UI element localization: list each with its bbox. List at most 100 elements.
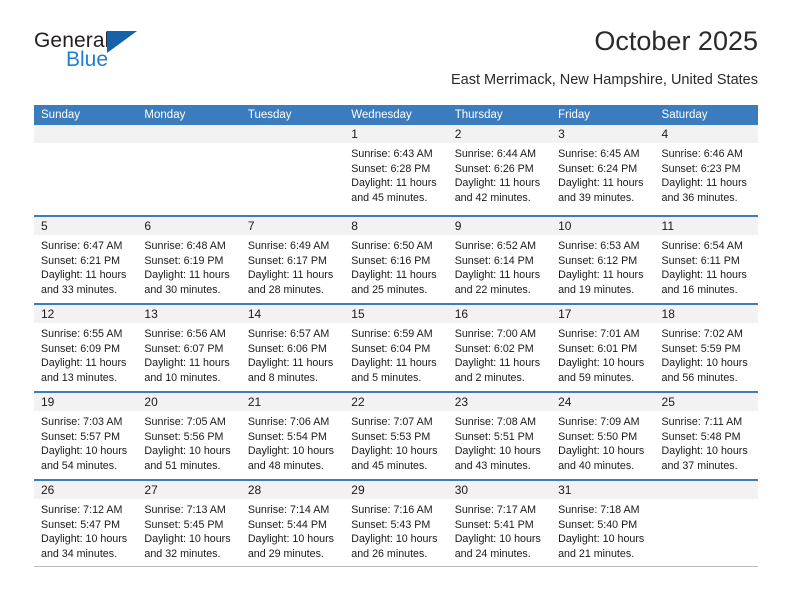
sunrise-text: Sunrise: 7:08 AM [454, 416, 537, 428]
sunset-text: Sunset: 6:19 PM [144, 254, 224, 267]
page-header: General Blue October 2025 East Merrimack… [34, 0, 758, 88]
day-details: Sunrise: 7:06 AM Sunset: 5:54 PM Daylight:… [241, 411, 344, 473]
sunrise-text: Sunrise: 6:54 AM [661, 240, 743, 252]
day-details: Sunrise: 6:52 AM Sunset: 6:14 PM Daylight:… [448, 235, 551, 297]
calendar-week-row: 5 Sunrise: 6:47 AM Sunset: 6:21 PM Daylight… [34, 215, 758, 303]
calendar-day-cell[interactable]: 21 Sunrise: 7:06 AM Sunset: 5:54 PM Dayligh… [240, 393, 345, 479]
day-details: Sunrise: 7:07 AM Sunset: 5:53 PM Daylight:… [344, 411, 447, 473]
calendar-day-cell[interactable]: 12 Sunrise: 6:55 AM Sunset: 6:09 PM Dayligh… [34, 305, 138, 391]
calendar-day-cell[interactable]: 8 Sunrise: 6:50 AM Sunset: 6:16 PM Daylight… [344, 217, 448, 303]
sunset-text: Sunset: 6:11 PM [661, 254, 740, 267]
calendar-day-cell[interactable]: 13 Sunrise: 6:56 AM Sunset: 6:07 PM Dayligh… [137, 305, 241, 391]
day-number: 23 [447, 393, 552, 411]
daylight-text: Daylight: 11 hours and 13 minutes. [41, 357, 127, 384]
sunset-text: Sunset: 6:28 PM [351, 162, 431, 175]
sunset-text: Sunset: 6:04 PM [351, 342, 431, 355]
calendar-day-cell[interactable]: 6 Sunrise: 6:48 AM Sunset: 6:19 PM Daylight… [137, 217, 241, 303]
calendar-day-cell[interactable]: 24 Sunrise: 7:09 AM Sunset: 5:50 PM Dayligh… [551, 393, 655, 479]
calendar-day-cell[interactable]: 11 Sunrise: 6:54 AM Sunset: 6:11 PM Dayligh… [654, 217, 758, 303]
sunset-text: Sunset: 5:47 PM [41, 518, 121, 531]
sunset-text: Sunset: 5:44 PM [247, 518, 327, 531]
day-details: Sunrise: 6:50 AM Sunset: 6:16 PM Daylight:… [344, 235, 447, 297]
calendar-day-cell[interactable]: 20 Sunrise: 7:05 AM Sunset: 5:56 PM Dayligh… [137, 393, 241, 479]
sunrise-text: Sunrise: 6:50 AM [351, 240, 433, 252]
daylight-text: Daylight: 11 hours and 25 minutes. [351, 269, 437, 296]
sunset-text: Sunset: 6:21 PM [41, 254, 121, 267]
day-number: 4 [654, 125, 758, 143]
calendar-day-cell[interactable]: 31 Sunrise: 7:18 AM Sunset: 5:40 PM Dayligh… [551, 481, 655, 566]
sunset-text: Sunset: 5:54 PM [247, 430, 327, 443]
sunset-text: Sunset: 6:26 PM [454, 162, 534, 175]
calendar-day-cell[interactable]: 22 Sunrise: 7:07 AM Sunset: 5:53 PM Dayligh… [344, 393, 448, 479]
sunrise-text: Sunrise: 7:00 AM [454, 328, 537, 340]
daylight-text: Daylight: 11 hours and 28 minutes. [247, 269, 334, 296]
calendar-day-cell[interactable]: 29 Sunrise: 7:16 AM Sunset: 5:43 PM Dayligh… [344, 481, 448, 566]
day-number [654, 481, 758, 499]
day-number: 14 [240, 305, 345, 323]
sunrise-text: Sunrise: 6:56 AM [144, 328, 226, 340]
day-details: Sunrise: 6:43 AM Sunset: 6:28 PM Daylight:… [344, 143, 447, 205]
day-number [137, 125, 241, 143]
calendar-grid: Sunday Monday Tuesday Wednesday Thursday Frid… [34, 105, 758, 567]
calendar-day-cell[interactable]: 1 Sunrise: 6:43 AM Sunset: 6:28 PM Daylight… [344, 125, 448, 215]
daylight-text: Daylight: 11 hours and 2 minutes. [454, 357, 541, 384]
day-details: Sunrise: 6:44 AM Sunset: 6:26 PM Daylight:… [448, 143, 551, 205]
sunrise-text: Sunrise: 6:55 AM [41, 328, 123, 340]
day-number: 8 [344, 217, 448, 235]
day-details: Sunrise: 7:18 AM Sunset: 5:40 PM Daylight:… [551, 499, 654, 561]
daylight-text: Daylight: 11 hours and 36 minutes. [661, 177, 747, 204]
daylight-text: Daylight: 11 hours and 33 minutes. [41, 269, 127, 296]
calendar-day-cell[interactable]: 5 Sunrise: 6:47 AM Sunset: 6:21 PM Daylight… [34, 217, 138, 303]
calendar-day-cell[interactable]: 25 Sunrise: 7:11 AM Sunset: 5:48 PM Dayligh… [654, 393, 758, 479]
sunset-text: Sunset: 5:45 PM [144, 518, 224, 531]
sunrise-text: Sunrise: 7:16 AM [351, 504, 433, 516]
weekday-header-sunday: Sunday [41, 109, 81, 121]
calendar-day-cell[interactable]: 27 Sunrise: 7:13 AM Sunset: 5:45 PM Dayligh… [137, 481, 241, 566]
calendar-day-cell[interactable]: 18 Sunrise: 7:02 AM Sunset: 5:59 PM Dayligh… [654, 305, 758, 391]
day-number: 11 [654, 217, 758, 235]
calendar-day-cell[interactable]: 28 Sunrise: 7:14 AM Sunset: 5:44 PM Dayligh… [240, 481, 345, 566]
sunset-text: Sunset: 6:07 PM [144, 342, 224, 355]
daylight-text: Daylight: 10 hours and 34 minutes. [41, 533, 128, 560]
day-number: 10 [551, 217, 655, 235]
day-number: 16 [447, 305, 552, 323]
calendar-day-cell[interactable]: 10 Sunrise: 6:53 AM Sunset: 6:12 PM Dayligh… [551, 217, 655, 303]
calendar-day-cell[interactable]: 17 Sunrise: 7:01 AM Sunset: 6:01 PM Dayligh… [551, 305, 655, 391]
calendar-day-cell[interactable]: 4 Sunrise: 6:46 AM Sunset: 6:23 PM Daylight… [654, 125, 758, 215]
sunset-text: Sunset: 6:16 PM [351, 254, 431, 267]
calendar-day-cell[interactable]: 14 Sunrise: 6:57 AM Sunset: 6:06 PM Dayligh… [240, 305, 345, 391]
calendar-day-cell[interactable]: 19 Sunrise: 7:03 AM Sunset: 5:57 PM Dayligh… [34, 393, 138, 479]
sunrise-text: Sunrise: 7:01 AM [558, 328, 640, 340]
calendar-week-row: 19 Sunrise: 7:03 AM Sunset: 5:57 PM Dayligh… [34, 391, 758, 479]
daylight-text: Daylight: 10 hours and 59 minutes. [558, 357, 645, 384]
daylight-text: Daylight: 10 hours and 37 minutes. [661, 445, 748, 472]
weekday-header-monday: Monday [144, 109, 186, 121]
calendar-day-cell[interactable]: 3 Sunrise: 6:45 AM Sunset: 6:24 PM Daylight… [551, 125, 655, 215]
calendar-page: General Blue October 2025 East Merrimack… [0, 0, 792, 612]
day-number: 9 [447, 217, 552, 235]
calendar-day-cell[interactable]: 7 Sunrise: 6:49 AM Sunset: 6:17 PM Daylight… [240, 217, 345, 303]
calendar-day-cell[interactable]: 15 Sunrise: 6:59 AM Sunset: 6:04 PM Dayligh… [344, 305, 448, 391]
calendar-day-cell[interactable]: 23 Sunrise: 7:08 AM Sunset: 5:51 PM Dayligh… [447, 393, 552, 479]
general-blue-logo[interactable]: General Blue [34, 30, 138, 71]
day-number: 6 [137, 217, 241, 235]
calendar-weeks: 1 Sunrise: 6:43 AM Sunset: 6:28 PM Daylight… [34, 125, 758, 567]
sunrise-text: Sunrise: 7:12 AM [41, 504, 123, 516]
sunset-text: Sunset: 6:14 PM [454, 254, 534, 267]
day-number: 19 [34, 393, 138, 411]
calendar-day-cell[interactable]: 2 Sunrise: 6:44 AM Sunset: 6:26 PM Daylight… [447, 125, 552, 215]
sunset-text: Sunset: 6:17 PM [247, 254, 327, 267]
day-details: Sunrise: 6:45 AM Sunset: 6:24 PM Daylight:… [551, 143, 654, 205]
sunset-text: Sunset: 6:02 PM [454, 342, 534, 355]
calendar-day-cell[interactable]: 9 Sunrise: 6:52 AM Sunset: 6:14 PM Daylight… [447, 217, 552, 303]
day-details: Sunrise: 6:56 AM Sunset: 6:07 PM Daylight:… [137, 323, 240, 385]
daylight-text: Daylight: 10 hours and 54 minutes. [41, 445, 128, 472]
calendar-day-cell[interactable]: 26 Sunrise: 7:12 AM Sunset: 5:47 PM Dayligh… [34, 481, 138, 566]
sunrise-text: Sunrise: 7:09 AM [558, 416, 640, 428]
calendar-day-cell[interactable]: 16 Sunrise: 7:00 AM Sunset: 6:02 PM Dayligh… [447, 305, 552, 391]
calendar-day-cell[interactable]: 30 Sunrise: 7:17 AM Sunset: 5:41 PM Dayligh… [447, 481, 552, 566]
sunrise-text: Sunrise: 6:48 AM [144, 240, 226, 252]
day-number: 18 [654, 305, 758, 323]
day-number: 27 [137, 481, 241, 499]
sunrise-text: Sunrise: 7:11 AM [661, 416, 743, 428]
